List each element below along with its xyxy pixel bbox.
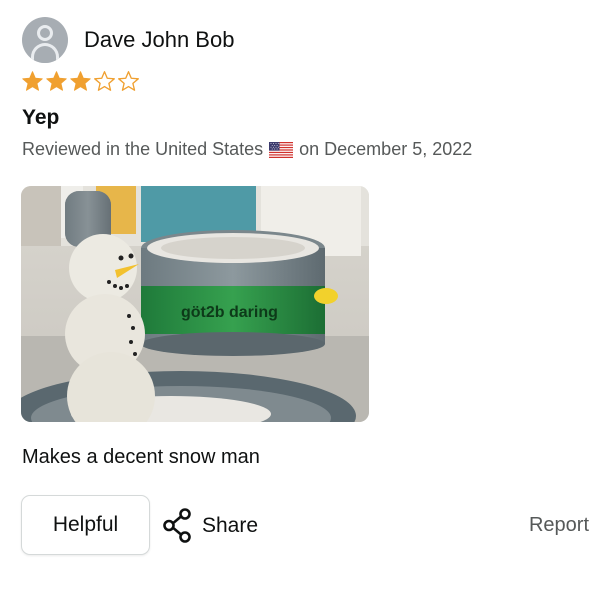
star-filled-icon xyxy=(22,71,43,91)
avatar xyxy=(22,17,68,63)
review-title: Yep xyxy=(22,106,60,129)
reviewer-name: Dave John Bob xyxy=(84,27,235,52)
review-date: on December 5, 2022 xyxy=(299,139,473,159)
helpful-button[interactable]: Helpful xyxy=(21,495,150,555)
star-filled-icon xyxy=(70,71,91,91)
review-meta: Reviewed in the United States on Decembe… xyxy=(22,139,472,160)
share-label: Share xyxy=(202,513,259,537)
avatar-shoulders xyxy=(31,43,59,63)
review-photo[interactable]: göt2b daring xyxy=(21,186,369,422)
star-empty-icon xyxy=(94,71,115,91)
star-rating xyxy=(21,70,140,93)
review-card: Dave John Bob Yep Reviewed in the United… xyxy=(0,0,610,595)
avatar-head xyxy=(37,25,53,41)
us-flag-icon xyxy=(269,141,294,158)
report-link[interactable]: Report xyxy=(529,514,589,537)
review-location: Reviewed in the United States xyxy=(22,139,264,159)
review-body: Makes a decent snow man xyxy=(22,446,260,468)
star-filled-icon xyxy=(46,71,67,91)
share-button[interactable]: Share xyxy=(163,508,258,543)
star-empty-icon xyxy=(118,71,139,91)
product-label-text: göt2b daring xyxy=(181,304,278,321)
reviewer-profile[interactable]: Dave John Bob xyxy=(22,17,234,63)
share-icon xyxy=(163,508,191,543)
